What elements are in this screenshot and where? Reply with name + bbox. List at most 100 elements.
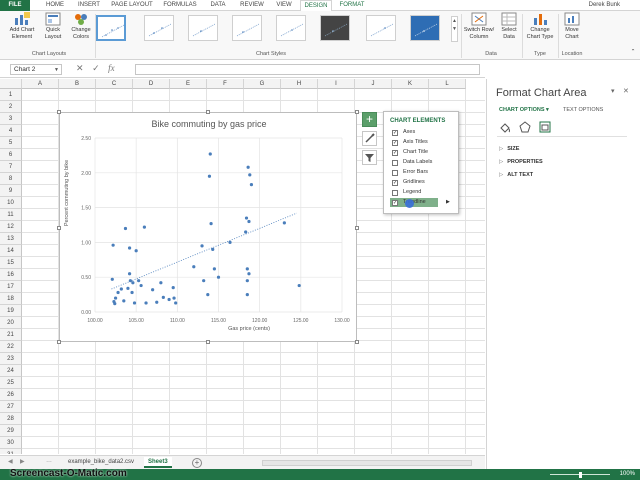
tab-data[interactable]: DATA	[204, 0, 232, 11]
move-chart-button[interactable]: Move Chart	[560, 12, 584, 40]
column-header[interactable]: I	[318, 79, 355, 89]
row-header[interactable]: 4	[0, 125, 22, 137]
chart-styles-scroll[interactable]: ▲ ▼	[451, 16, 458, 42]
column-header[interactable]: B	[59, 79, 96, 89]
close-icon[interactable]: ✕	[623, 87, 629, 95]
row-header[interactable]: 27	[0, 401, 22, 413]
row-header[interactable]: 16	[0, 269, 22, 281]
checkbox[interactable]: ✓	[392, 130, 398, 136]
row-header[interactable]: 3	[0, 113, 22, 125]
column-header[interactable]: K	[392, 79, 429, 89]
zoom-level[interactable]: 100%	[620, 469, 635, 480]
row-header[interactable]: 12	[0, 221, 22, 233]
chart-element-axes[interactable]: ✓ Axes	[390, 128, 454, 137]
user-name[interactable]: Derek Bunk	[589, 0, 620, 11]
select-all-corner[interactable]	[0, 79, 22, 89]
column-header[interactable]: L	[429, 79, 466, 89]
checkbox[interactable]	[392, 170, 398, 176]
row-header[interactable]: 8	[0, 173, 22, 185]
chart-filters-button[interactable]	[362, 150, 377, 165]
tab-file[interactable]: FILE	[0, 0, 30, 11]
column-header[interactable]: C	[96, 79, 133, 89]
change-colors-button[interactable]: Change Colors	[68, 12, 94, 40]
chart-style-6[interactable]	[320, 15, 350, 41]
row-header[interactable]: 23	[0, 353, 22, 365]
row-header[interactable]: 24	[0, 365, 22, 377]
tab-format[interactable]: FORMAT	[336, 0, 368, 11]
row-header[interactable]: 5	[0, 137, 22, 149]
row-header[interactable]: 19	[0, 305, 22, 317]
column-header[interactable]: G	[244, 79, 281, 89]
row-header[interactable]: 26	[0, 389, 22, 401]
chart-element-axis-titles[interactable]: ✓ Axis Titles	[390, 138, 454, 147]
chart-element-gridlines[interactable]: ✓ Gridlines	[390, 178, 454, 187]
tab-formulas[interactable]: FORMULAS	[160, 0, 200, 11]
chart-element-error-bars[interactable]: Error Bars	[390, 168, 454, 177]
row-header[interactable]: 1	[0, 89, 22, 101]
row-header[interactable]: 18	[0, 293, 22, 305]
row-header[interactable]: 31	[0, 449, 22, 454]
name-box[interactable]: Chart 2 ▼	[10, 64, 62, 75]
chart-styles-button[interactable]	[362, 131, 377, 146]
row-header[interactable]: 14	[0, 245, 22, 257]
row-header[interactable]: 13	[0, 233, 22, 245]
row-header[interactable]: 22	[0, 341, 22, 353]
chart-style-5[interactable]	[276, 15, 306, 41]
chart-style-2[interactable]	[144, 15, 174, 41]
row-header[interactable]: 17	[0, 281, 22, 293]
column-header[interactable]: F	[207, 79, 244, 89]
row-header[interactable]: 15	[0, 257, 22, 269]
fill-line-icon[interactable]	[499, 121, 511, 133]
pane-options-icon[interactable]: ▾	[611, 87, 615, 95]
chart-style-4[interactable]	[232, 15, 262, 41]
row-header[interactable]: 29	[0, 425, 22, 437]
chart-element-legend[interactable]: Legend	[390, 188, 454, 197]
section-alt-text[interactable]: ▷ ALT TEXT	[499, 172, 533, 178]
checkbox[interactable]: ✓	[392, 200, 398, 206]
cancel-icon[interactable]: ✕	[76, 63, 84, 73]
column-header[interactable]: H	[281, 79, 318, 89]
zoom-slider-thumb[interactable]	[579, 472, 582, 478]
checkbox[interactable]: ✓	[392, 180, 398, 186]
tab-text-options[interactable]: TEXT OPTIONS	[563, 107, 603, 113]
add-chart-element-button[interactable]: Add Chart Element	[6, 12, 38, 40]
sheet-tab[interactable]: example_bike_data2.csv	[64, 457, 138, 468]
tab-review[interactable]: REVIEW	[236, 0, 268, 11]
quick-layout-button[interactable]: Quick Layout	[40, 12, 66, 40]
row-header[interactable]: 9	[0, 185, 22, 197]
section-size[interactable]: ▷ SIZE	[499, 146, 519, 152]
tab-chart-options[interactable]: CHART OPTIONS ▾	[499, 107, 549, 113]
scroll-left-icon[interactable]: ◀	[8, 458, 13, 465]
row-header[interactable]: 2	[0, 101, 22, 113]
column-header[interactable]: J	[355, 79, 392, 89]
add-sheet-button[interactable]: +	[192, 458, 202, 468]
tab-view[interactable]: VIEW	[272, 0, 296, 11]
tab-design[interactable]: DESIGN	[300, 0, 332, 11]
enter-icon[interactable]: ✓	[92, 63, 100, 73]
row-header[interactable]: 28	[0, 413, 22, 425]
checkbox[interactable]: ✓	[392, 140, 398, 146]
column-header[interactable]: A	[22, 79, 59, 89]
size-properties-icon[interactable]	[539, 121, 551, 133]
switch-row-column-button[interactable]: Switch Row/ Column	[462, 12, 496, 40]
chart-area[interactable]: Bike commuting by gas price Percent comm…	[57, 110, 359, 344]
row-header[interactable]: 21	[0, 329, 22, 341]
submenu-arrow-icon[interactable]: ▶	[446, 198, 450, 207]
effects-icon[interactable]	[519, 121, 531, 133]
row-header[interactable]: 7	[0, 161, 22, 173]
chart-element-data-labels[interactable]: Data Labels	[390, 158, 454, 167]
checkbox[interactable]	[392, 190, 398, 196]
checkbox[interactable]	[392, 160, 398, 166]
checkbox[interactable]: ✓	[392, 150, 398, 156]
section-properties[interactable]: ▷ PROPERTIES	[499, 159, 543, 165]
plot-area[interactable]: 0.00 0.50 1.00 1.50 2.00 2.50 100.00 105.00 110.…	[60, 113, 358, 343]
horizontal-scrollbar[interactable]	[262, 460, 472, 466]
chart-element-trendline[interactable]: ✓ Trendline	[390, 198, 438, 207]
row-header[interactable]: 25	[0, 377, 22, 389]
more-sheets-icon[interactable]: …	[46, 458, 52, 464]
formula-input[interactable]	[135, 64, 480, 75]
column-header[interactable]: E	[170, 79, 207, 89]
row-header[interactable]: 20	[0, 317, 22, 329]
row-header[interactable]: 6	[0, 149, 22, 161]
chart-style-3[interactable]	[188, 15, 218, 41]
